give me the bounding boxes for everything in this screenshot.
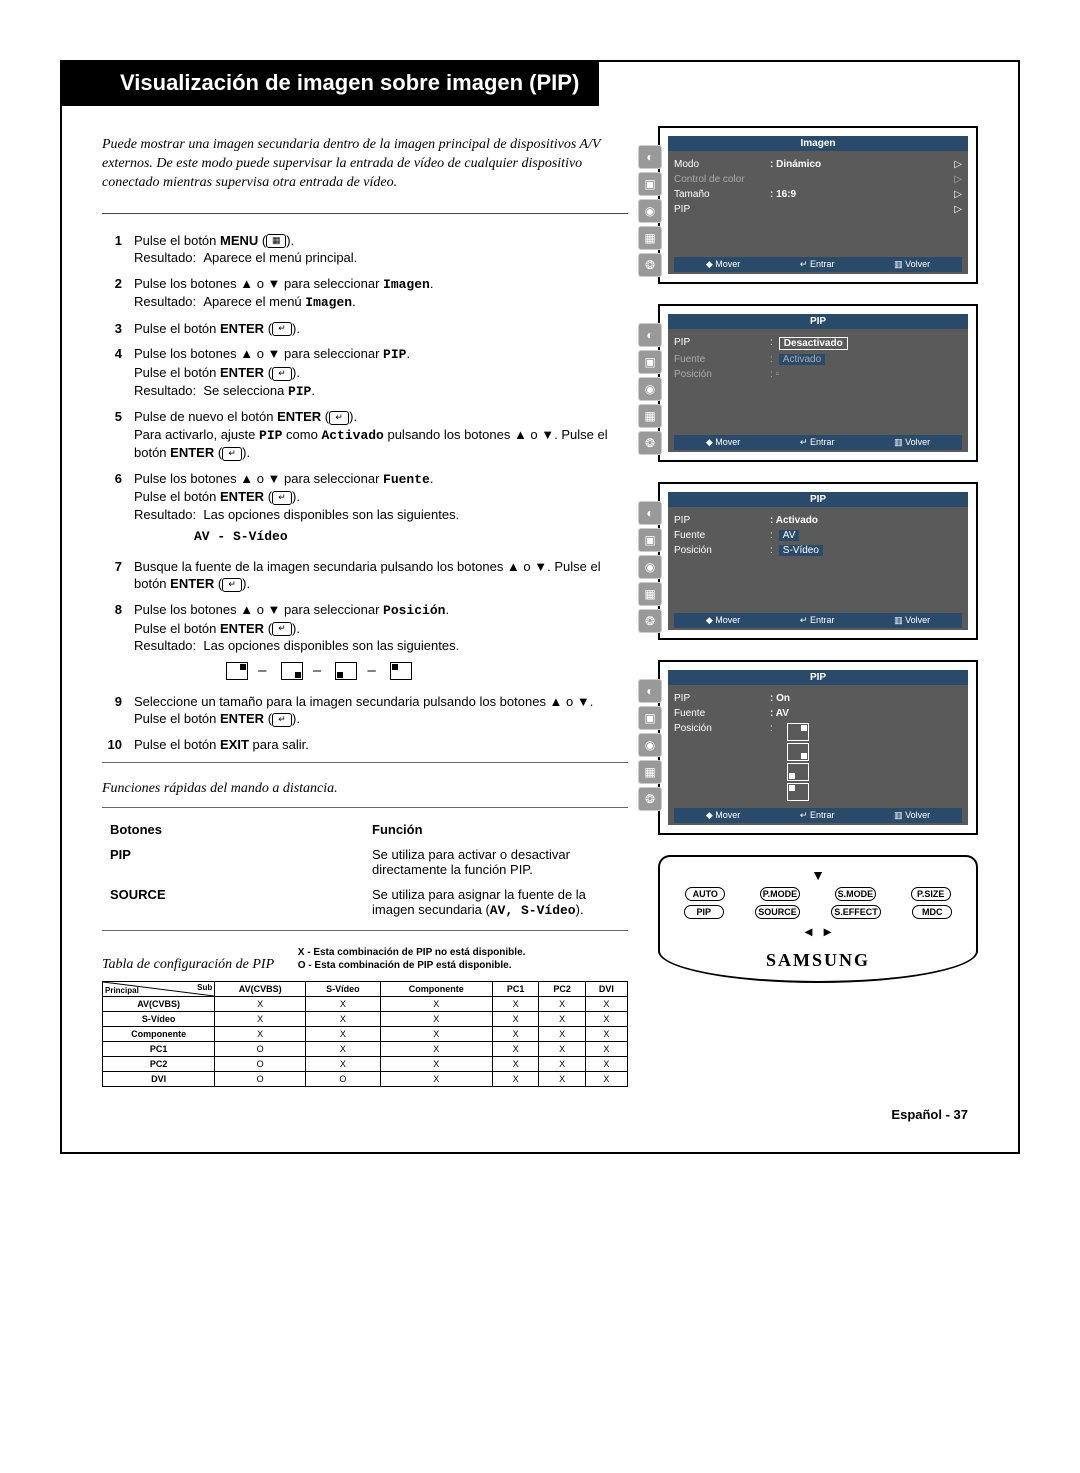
step-9: 9 Seleccione un tamaño para la imagen se… [102, 693, 628, 728]
right-column: ◐▣◉▦❂ Imagen Modo: Dinámico▷ Control de … [658, 126, 978, 1087]
step-6: 6 Pulse los botones ▲ o ▼ para seleccion… [102, 470, 628, 550]
osd-screenshot-1: ◐▣◉▦❂ Imagen Modo: Dinámico▷ Control de … [658, 126, 978, 284]
step-1: 1 Pulse el botón MENU (▦). Resultado: Ap… [102, 232, 628, 267]
step-5: 5 Pulse de nuevo el botón ENTER (↵). Par… [102, 408, 628, 462]
remote-control-diagram: ▼ AUTO P.MODE S.MODE P.SIZE PIP SOURCE S… [658, 855, 978, 983]
remote-btn-pmode: P.MODE [760, 887, 800, 901]
remote-btn-mdc: MDC [912, 905, 952, 919]
step-8: 8 Pulse los botones ▲ o ▼ para seleccion… [102, 601, 628, 685]
down-triangle-icon: ▼ [668, 867, 968, 883]
remote-btn-psize: P.SIZE [911, 887, 951, 901]
steps-list: 1 Pulse el botón MENU (▦). Resultado: Ap… [102, 213, 628, 754]
step-10: 10 Pulse el botón EXIT para salir. [102, 736, 628, 754]
page-title: Visualización de imagen sobre imagen (PI… [60, 60, 599, 106]
step-7: 7 Busque la fuente de la imagen secundar… [102, 558, 628, 593]
page-footer: Español - 37 [102, 1107, 978, 1122]
brand-logo: SAMSUNG [668, 950, 968, 971]
remote-btn-source: SOURCE [755, 905, 800, 919]
osd-screenshot-3: ◐▣◉▦❂ PIP PIP: Activado Fuente: AV Posic… [658, 482, 978, 640]
osd-screenshot-4: ◐▣◉▦❂ PIP PIP: On Fuente: AV Posición: ◆… [658, 660, 978, 835]
manual-page: Visualización de imagen sobre imagen (PI… [60, 60, 1020, 1154]
osd-screenshot-2: ◐▣◉▦❂ PIP PIP: Desactivado Fuente: Activ… [658, 304, 978, 462]
remote-btn-auto: AUTO [685, 887, 725, 901]
step-2: 2 Pulse los botones ▲ o ▼ para seleccion… [102, 275, 628, 312]
position-icons-row: – – – [224, 661, 628, 681]
pip-config-title: Tabla de configuración de PIP [102, 957, 274, 973]
pip-config-legend: X - Esta combinación de PIP no está disp… [298, 946, 526, 972]
remote-btn-seffect: S.EFFECT [831, 905, 881, 919]
remote-btn-pip: PIP [684, 905, 724, 919]
step-3: 3 Pulse el botón ENTER (↵). [102, 320, 628, 338]
intro-text: Puede mostrar una imagen secundaria dent… [102, 136, 628, 193]
pip-config-table: PrincipalSub AV(CVBS)S-VídeoComponentePC… [102, 981, 628, 1087]
left-column: Puede mostrar una imagen secundaria dent… [102, 126, 628, 1087]
remote-btn-smode: S.MODE [835, 887, 877, 901]
step-4: 4 Pulse los botones ▲ o ▼ para seleccion… [102, 345, 628, 400]
quick-functions-table: BotonesFunción PIPSe utiliza para activa… [102, 816, 628, 924]
quick-functions-title: Funciones rápidas del mando a distancia. [102, 781, 628, 797]
